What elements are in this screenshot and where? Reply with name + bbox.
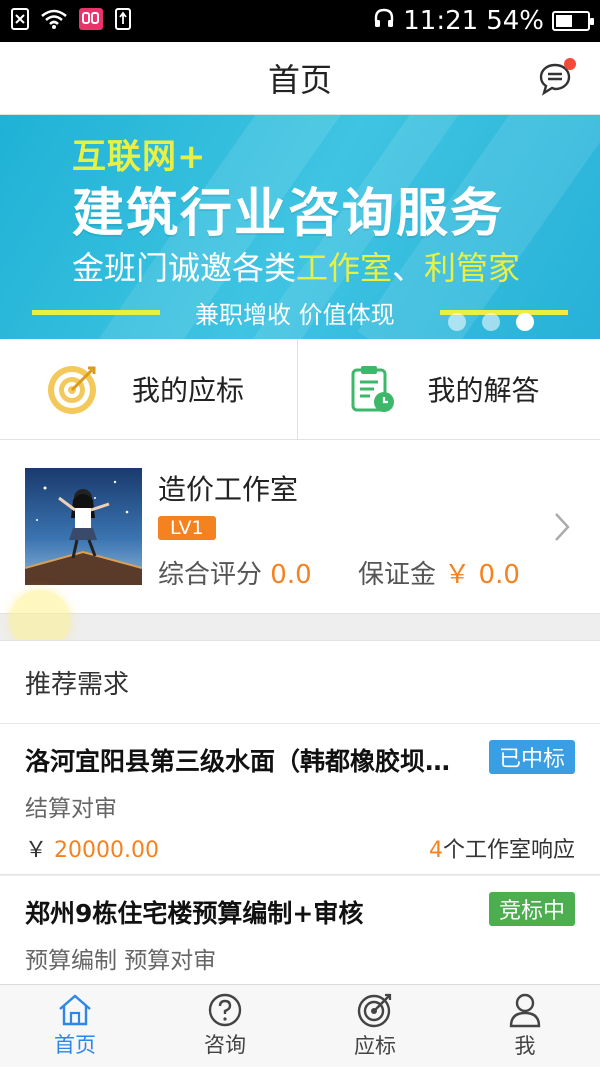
clock-time: 11:21 [403, 6, 479, 36]
my-answers-button[interactable]: 我的解答 [296, 339, 600, 439]
level-badge: LV1 [158, 516, 216, 540]
sim-off-icon [10, 8, 30, 34]
user-icon [509, 993, 541, 1028]
deposit-metric: 保证金 ￥ 0.0 [358, 554, 520, 591]
tab-consult-label: 咨询 [204, 1033, 246, 1057]
bottom-tab-bar: 首页 咨询 应标 我 [0, 984, 600, 1067]
demand-type: 预算编制 预算对审 [25, 948, 217, 974]
banner-headline: 建筑行业咨询服务 [72, 184, 505, 244]
list-item[interactable]: 洛河宜阳县第三级水面（韩都橡胶坝… 已中标 结算对审 ￥ 20000.00 4个… [0, 724, 600, 875]
recommended-heading: 推荐需求 [0, 640, 600, 724]
headphone-icon [373, 6, 395, 36]
deposit-value: ￥ 0.0 [444, 560, 520, 590]
unread-dot [564, 58, 576, 70]
demand-type: 结算对审 [25, 796, 117, 822]
tab-me[interactable]: 我 [450, 985, 600, 1067]
banner-line-4: 兼职增收 价值体现 [195, 301, 395, 329]
status-badge: 已中标 [488, 740, 575, 774]
studio-name: 造价工作室 [158, 473, 299, 506]
page-title: 首页 [267, 61, 332, 99]
app-header: 首页 [0, 42, 600, 115]
deposit-label: 保证金 [358, 560, 437, 590]
rating-metric: 综合评分 0.0 [158, 554, 312, 591]
clipboard-clock-icon [351, 366, 394, 412]
status-bar: 11:21 54% [0, 0, 600, 42]
my-bids-label: 我的应标 [132, 374, 245, 407]
quick-actions: 我的应标 我的解答 [0, 339, 600, 440]
tab-consult[interactable]: 咨询 [150, 985, 300, 1067]
battery-percent: 54% [486, 6, 544, 36]
my-bids-button[interactable]: 我的应标 [0, 339, 297, 439]
banner-line-3: 金班门诚邀各类工作室、利管家 [72, 249, 521, 287]
wifi-icon [40, 8, 68, 34]
carousel-dot[interactable] [448, 313, 466, 331]
chevron-right-icon [555, 513, 570, 541]
carousel-dot[interactable] [482, 313, 500, 331]
rating-value: 0.0 [270, 560, 312, 590]
status-badge: 竞标中 [488, 892, 575, 926]
bid-target-icon [357, 993, 392, 1028]
app-notification-icon [78, 7, 104, 35]
promo-banner[interactable]: 互联网+ 建筑行业咨询服务 金班门诚邀各类工作室、利管家 兼职增收 价值体现 [0, 115, 600, 339]
carousel-dot-active[interactable] [516, 313, 534, 331]
carousel-indicator [448, 313, 534, 331]
tab-home-label: 首页 [54, 1033, 96, 1057]
question-icon [208, 993, 242, 1027]
home-icon [59, 994, 91, 1026]
demand-price: ￥ 20000.00 [25, 838, 159, 863]
banner-bar-left [32, 310, 160, 315]
rating-label: 综合评分 [158, 560, 263, 590]
tab-bid[interactable]: 应标 [300, 985, 450, 1067]
target-icon [48, 366, 96, 414]
usb-icon [114, 8, 132, 34]
tab-bid-label: 应标 [354, 1034, 396, 1058]
list-item[interactable]: 郑州9栋住宅楼预算编制+审核 竞标中 预算编制 预算对审 [0, 876, 600, 986]
battery-icon [552, 11, 594, 31]
response-count: 4个工作室响应 [428, 838, 575, 863]
tab-me-label: 我 [514, 1034, 536, 1058]
tab-home[interactable]: 首页 [0, 985, 150, 1067]
demand-title: 郑州9栋住宅楼预算编制+审核 [25, 899, 364, 928]
my-answers-label: 我的解答 [427, 374, 540, 407]
messages-button[interactable] [538, 58, 576, 96]
demand-title: 洛河宜阳县第三级水面（韩都橡胶坝… [25, 747, 451, 776]
studio-avatar [25, 468, 142, 585]
studio-card[interactable]: 造价工作室 LV1 综合评分 0.0 保证金 ￥ 0.0 [0, 440, 600, 614]
